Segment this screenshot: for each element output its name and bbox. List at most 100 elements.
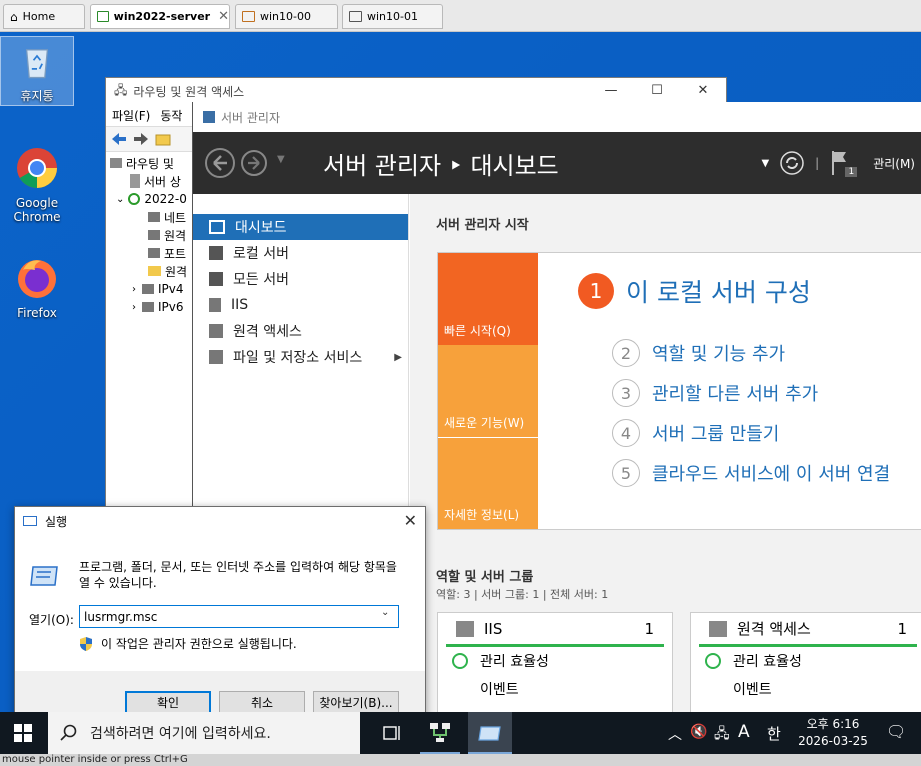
tree-node-server[interactable]: ⌄ 2022-0 [106, 190, 196, 208]
desktop: 휴지통 Google Chrome Firefox 🖧 라우팅 및 원격 액세스… [0, 32, 921, 712]
role-card-iis[interactable]: IIS 1 관리 효율성 이벤트 [437, 612, 673, 712]
step-label: 서버 그룹 만들기 [652, 424, 780, 445]
manage-menu[interactable]: 관리(M) [873, 155, 915, 172]
step-number: 1 [578, 273, 614, 309]
folder-up-icon[interactable] [154, 131, 172, 147]
nav-item-iis[interactable]: IIS [193, 292, 408, 318]
tile-label: 자세한 정보(L) [444, 508, 520, 522]
close-button[interactable]: ✕ [404, 511, 417, 530]
chevron-down-icon[interactable]: ⌄ [116, 194, 124, 205]
role-card-remote-access[interactable]: 원격 액세스 1 관리 효율성 이벤트 [690, 612, 921, 712]
nav-item-all-servers[interactable]: 모든 서버 [193, 266, 408, 292]
nav-item-file-storage[interactable]: 파일 및 저장소 서비스 ▶ [193, 344, 408, 370]
vm-icon [242, 11, 255, 22]
chevron-up-icon[interactable]: ︿ [668, 724, 682, 744]
step-configure-local-server[interactable]: 1 이 로컬 서버 구성 [578, 273, 811, 309]
open-input[interactable] [79, 605, 399, 628]
back-arrow-icon[interactable] [110, 131, 128, 147]
chevron-right-icon[interactable]: ▶ [394, 352, 402, 363]
role-name: 원격 액세스 [737, 620, 811, 638]
step-number: 4 [612, 419, 640, 447]
forward-button[interactable] [241, 150, 267, 176]
close-button[interactable]: ✕ [680, 78, 726, 104]
refresh-icon[interactable] [779, 150, 805, 176]
tree-node-remote-policy[interactable]: 원격 [106, 262, 196, 280]
step-create-server-group[interactable]: 4 서버 그룹 만들기 [612, 419, 779, 447]
run-icon [23, 516, 37, 526]
close-icon[interactable]: ✕ [218, 9, 229, 24]
recycle-bin-icon [25, 49, 49, 79]
ok-button[interactable]: 확인 [125, 691, 211, 712]
desktop-icon-chrome[interactable]: Google Chrome [0, 146, 74, 224]
vm-icon [349, 11, 362, 22]
vm-tab-win2022-server[interactable]: win2022-server ✕ [90, 4, 230, 29]
step-add-servers[interactable]: 3 관리할 다른 서버 추가 [612, 379, 818, 407]
chevron-down-icon[interactable]: ⌄ [381, 607, 389, 618]
role-row-events[interactable]: 이벤트 [438, 675, 672, 703]
run-title: 실행 [45, 514, 68, 529]
tree-node-ipv4[interactable]: › IPv4 [106, 280, 196, 298]
admin-note: 이 작업은 관리자 권한으로 실행됩니다. [79, 635, 297, 652]
vm-tab-win10-00[interactable]: win10-00 [235, 4, 338, 29]
vm-tab-win10-01[interactable]: win10-01 [342, 4, 443, 29]
tree-node-network[interactable]: 네트 [106, 208, 196, 226]
vm-tab-home[interactable]: ⌂ Home [3, 4, 85, 29]
menu-action[interactable]: 동작 [160, 107, 182, 124]
browse-button[interactable]: 찾아보기(B)... [313, 691, 399, 712]
back-button[interactable] [205, 148, 235, 178]
menu-file[interactable]: 파일(F) [112, 107, 150, 124]
maximize-button[interactable]: ☐ [634, 78, 680, 104]
cancel-button[interactable]: 취소 [219, 691, 305, 712]
taskbar-app-rras[interactable] [420, 712, 460, 754]
minimize-button[interactable]: — [588, 78, 634, 104]
ime-language[interactable]: 한 [767, 723, 781, 744]
step-add-roles[interactable]: 2 역할 및 기능 추가 [612, 339, 785, 367]
network-icon [148, 230, 160, 240]
tree-node-root[interactable]: 라우팅 및 [106, 154, 196, 172]
taskbar-search[interactable]: 검색하려면 여기에 입력하세요. [48, 712, 360, 754]
role-row-manageability[interactable]: 관리 효율성 [438, 647, 672, 675]
notifications-flag-icon[interactable]: 1 [829, 149, 858, 177]
desktop-icon-firefox[interactable]: Firefox [0, 256, 74, 320]
nav-item-dashboard[interactable]: 대시보드 [193, 214, 408, 240]
taskbar-app-run[interactable] [468, 712, 512, 754]
taskbar-clock[interactable]: 오후 6:16 2026-03-25 [790, 716, 876, 750]
admin-note-text: 이 작업은 관리자 권한으로 실행됩니다. [101, 637, 297, 651]
nav-item-remote-access[interactable]: 원격 액세스 [193, 318, 408, 344]
rras-tree: 라우팅 및 서버 상 ⌄ 2022-0 네트 원격 포트 원격 › IPv4 › IP… [106, 154, 196, 316]
step-connect-cloud[interactable]: 5 클라우드 서비스에 이 서버 연결 [612, 459, 890, 487]
tile-learn-more[interactable]: 자세한 정보(L) [438, 437, 538, 529]
desktop-icon-label: Firefox [17, 306, 57, 320]
forward-arrow-icon[interactable] [132, 131, 150, 147]
role-row-events[interactable]: 이벤트 [691, 675, 921, 703]
role-row-manageability[interactable]: 관리 효율성 [691, 647, 921, 675]
windows-start-icon[interactable] [14, 724, 32, 742]
tree-node-remote[interactable]: 원격 [106, 226, 196, 244]
notification-count: 1 [845, 167, 858, 177]
chevron-right-icon[interactable]: › [132, 302, 136, 313]
dropdown-icon[interactable]: ▼ [761, 158, 769, 169]
tree-node-ipv6[interactable]: › IPv6 [106, 298, 196, 316]
run-dialog: 실행 ✕ 프로그램, 폴더, 문서, 또는 인터넷 주소를 입력하여 해당 항목… [14, 506, 426, 712]
nav-item-local-server[interactable]: 로컬 서버 [193, 240, 408, 266]
network-icon [142, 284, 154, 294]
desktop-icon-label: 휴지통 [20, 89, 54, 103]
tree-node-server-status[interactable]: 서버 상 [106, 172, 196, 190]
task-view-icon[interactable] [382, 724, 402, 742]
role-card-header: 원격 액세스 1 [699, 613, 917, 647]
sm-dashboard: 서버 관리자 시작 빠른 시작(Q) 새로운 기능(W) 자세한 정보(L) 1… [410, 194, 921, 712]
history-dropdown-icon[interactable]: ▼ [277, 154, 285, 165]
sm-header-actions: ▼ | 1 관리(M) [761, 132, 921, 194]
tile-quick-start[interactable]: 빠른 시작(Q) [438, 253, 538, 345]
chevron-right-icon[interactable]: › [132, 284, 136, 295]
server-icon [130, 174, 140, 188]
home-icon: ⌂ [10, 9, 18, 24]
ime-mode[interactable]: A [738, 722, 750, 742]
volume-muted-icon[interactable]: 🔇 [690, 724, 707, 740]
tile-whats-new[interactable]: 새로운 기능(W) [438, 345, 538, 437]
tree-node-ports[interactable]: 포트 [106, 244, 196, 262]
firefox-icon [18, 260, 56, 298]
notification-center-icon[interactable]: 🗨 [886, 722, 906, 741]
network-tray-icon[interactable]: 🖧 [714, 723, 730, 747]
desktop-icon-recycle-bin[interactable]: 휴지통 [0, 36, 74, 106]
